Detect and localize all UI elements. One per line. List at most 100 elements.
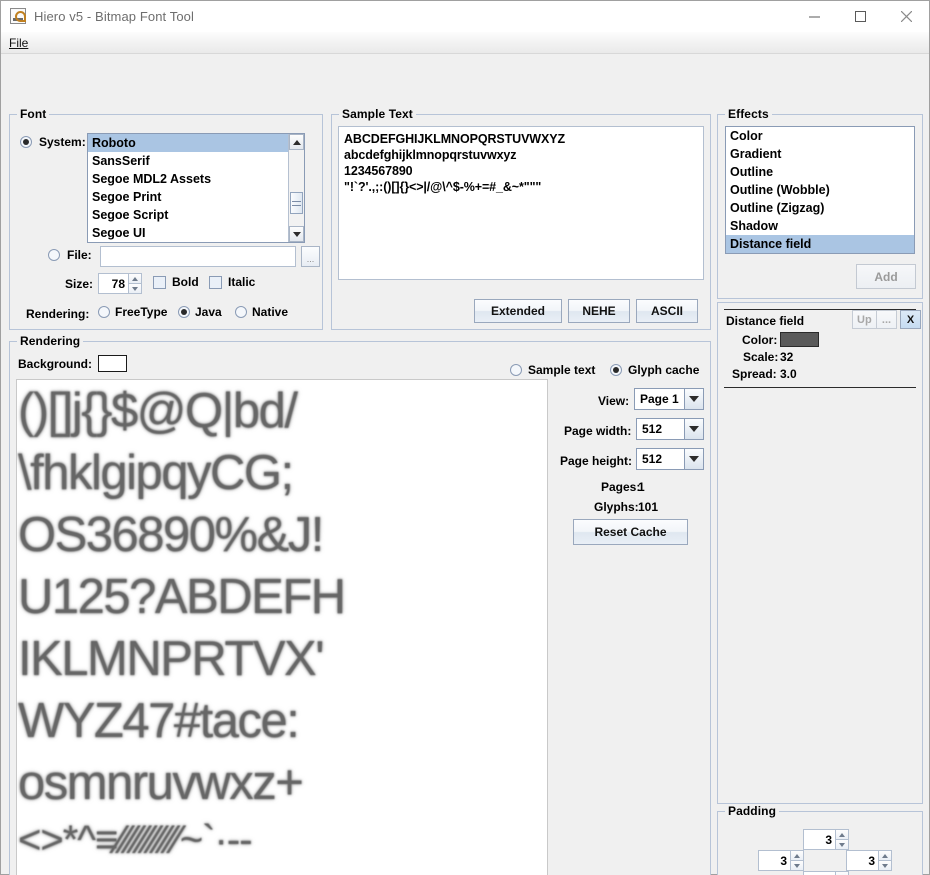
effect-move-up-button[interactable]: Up <box>852 310 877 329</box>
page-width-select[interactable]: 512 <box>636 418 704 440</box>
rendering-native-radio[interactable] <box>235 306 247 318</box>
padding-top-spin-buttons[interactable] <box>835 829 849 850</box>
font-list-item[interactable]: Segoe Script <box>88 206 304 224</box>
padding-left-spin-buttons[interactable] <box>790 850 804 871</box>
sample-text-line: ABCDEFGHIJKLMNOPQRSTUVWXYZ <box>344 131 698 147</box>
add-effect-button[interactable]: Add <box>856 264 916 289</box>
close-icon[interactable] <box>883 1 929 32</box>
padding-left-increment[interactable] <box>790 850 804 860</box>
font-size-value[interactable]: 78 <box>98 273 128 294</box>
rendering-panel: Rendering Background: Sample text Glyph … <box>9 341 711 875</box>
effect-options-button[interactable]: ... <box>876 310 897 329</box>
menu-item-file[interactable]: File <box>1 34 35 52</box>
effect-list-item[interactable]: Gradient <box>726 145 914 163</box>
page-width-label: Page width: <box>564 424 631 438</box>
page-width-value: 512 <box>636 418 684 440</box>
effect-remove-button[interactable]: X <box>900 310 921 329</box>
effect-list-item[interactable]: Distance field <box>726 235 914 253</box>
chevron-down-icon[interactable] <box>684 448 704 470</box>
scrollbar-thumb[interactable] <box>290 192 303 214</box>
scroll-down-icon[interactable] <box>289 226 304 242</box>
chevron-down-icon[interactable] <box>684 418 704 440</box>
padding-right-spin-buttons[interactable] <box>878 850 892 871</box>
minimize-icon[interactable] <box>791 1 837 32</box>
system-font-radio[interactable] <box>20 136 32 148</box>
effect-color-swatch[interactable] <box>780 332 819 347</box>
font-list-scrollbar[interactable] <box>288 134 304 242</box>
glyph-cache-canvas[interactable]: ()[]j{}$@Q|bd/ \fhklgipqyCG; OS36890%&J!… <box>16 379 548 875</box>
padding-right-increment[interactable] <box>878 850 892 860</box>
effect-list-item[interactable]: Outline (Wobble) <box>726 181 914 199</box>
padding-top-decrement[interactable] <box>835 839 849 850</box>
padding-top-stepper[interactable]: 3 <box>803 829 849 850</box>
italic-checkbox[interactable] <box>209 276 222 289</box>
background-color-swatch[interactable] <box>98 355 127 372</box>
padding-right-decrement[interactable] <box>878 860 892 871</box>
effects-listbox[interactable]: Color Gradient Outline Outline (Wobble) … <box>725 126 915 254</box>
padding-right-stepper[interactable]: 3 <box>846 850 892 871</box>
padding-bottom-spin-buttons[interactable] <box>835 871 849 875</box>
glyph-cache-line: osmnruvwxz+ <box>17 752 547 814</box>
padding-left-stepper[interactable]: 3 <box>758 850 804 871</box>
maximize-icon[interactable] <box>837 1 883 32</box>
sample-text-input[interactable]: ABCDEFGHIJKLMNOPQRSTUVWXYZ abcdefghijklm… <box>338 126 704 280</box>
bold-checkbox[interactable] <box>153 276 166 289</box>
effect-color-label: Color: <box>742 333 777 347</box>
effect-list-item[interactable]: Color <box>726 127 914 145</box>
system-font-listbox[interactable]: Roboto SansSerif Segoe MDL2 Assets Segoe… <box>87 133 305 243</box>
view-page-value: Page 1 <box>634 388 684 410</box>
extended-button[interactable]: Extended <box>474 299 562 323</box>
font-size-decrement[interactable] <box>128 283 142 294</box>
effect-list-item[interactable]: Outline (Zigzag) <box>726 199 914 217</box>
effect-spread-value[interactable]: 3.0 <box>780 367 797 381</box>
italic-label: Italic <box>228 275 255 289</box>
glyph-cache-line: <>*^≡⁄⁄⁄⁄⁄⁄⁄⁄⁄⁄⁄~`·-- <box>17 814 547 866</box>
font-list-item[interactable]: SansSerif <box>88 152 304 170</box>
glyph-cache-mode-radio[interactable] <box>610 364 622 376</box>
file-font-radio[interactable] <box>48 249 60 261</box>
rendering-mode-label: Rendering: <box>26 307 89 321</box>
padding-right-value[interactable]: 3 <box>846 850 878 871</box>
rendering-freetype-label: FreeType <box>115 305 167 319</box>
scroll-up-icon[interactable] <box>289 134 304 150</box>
chevron-down-icon[interactable] <box>684 388 704 410</box>
font-panel: Font System: Roboto SansSerif Segoe MDL2… <box>9 114 323 330</box>
padding-top-value[interactable]: 3 <box>803 829 835 850</box>
menu-bar: File <box>1 32 929 54</box>
font-list-item[interactable]: Roboto <box>88 134 304 152</box>
font-list-item[interactable]: Segoe UI <box>88 224 304 242</box>
padding-left-decrement[interactable] <box>790 860 804 871</box>
page-height-select[interactable]: 512 <box>636 448 704 470</box>
font-size-spin-buttons[interactable] <box>128 273 142 294</box>
nehe-button[interactable]: NEHE <box>568 299 630 323</box>
effect-detail-name: Distance field <box>726 314 804 328</box>
sample-text-legend: Sample Text <box>339 107 416 121</box>
font-size-stepper[interactable]: 78 <box>98 273 142 294</box>
padding-top-increment[interactable] <box>835 829 849 839</box>
glyphs-label: Glyphs: <box>594 500 639 514</box>
sample-text-mode-radio[interactable] <box>510 364 522 376</box>
padding-bottom-stepper[interactable]: 3 <box>803 871 849 875</box>
effect-list-item[interactable]: Shadow <box>726 217 914 235</box>
rendering-java-radio[interactable] <box>178 306 190 318</box>
padding-left-value[interactable]: 3 <box>758 850 790 871</box>
rendering-freetype-radio[interactable] <box>98 306 110 318</box>
background-color-label: Background: <box>18 357 92 371</box>
window-controls <box>791 1 929 32</box>
effect-scale-value[interactable]: 32 <box>780 350 793 364</box>
view-page-select[interactable]: Page 1 <box>634 388 704 410</box>
font-file-input[interactable] <box>100 246 296 267</box>
padding-bottom-increment[interactable] <box>835 871 849 875</box>
font-list-item[interactable]: Segoe Print <box>88 188 304 206</box>
effect-list-item[interactable]: Outline <box>726 163 914 181</box>
page-height-label: Page height: <box>560 454 632 468</box>
ascii-button[interactable]: ASCII <box>636 299 698 323</box>
font-size-increment[interactable] <box>128 273 142 283</box>
effects-panel-legend: Effects <box>725 107 772 121</box>
font-list-item[interactable]: Segoe MDL2 Assets <box>88 170 304 188</box>
reset-cache-button[interactable]: Reset Cache <box>573 519 688 545</box>
menu-file-label: File <box>9 36 28 50</box>
padding-bottom-value[interactable]: 3 <box>803 871 835 875</box>
font-file-browse-button[interactable]: ... <box>301 246 320 267</box>
sample-text-line: abcdefghijklmnopqrstuvwxyz <box>344 147 698 163</box>
